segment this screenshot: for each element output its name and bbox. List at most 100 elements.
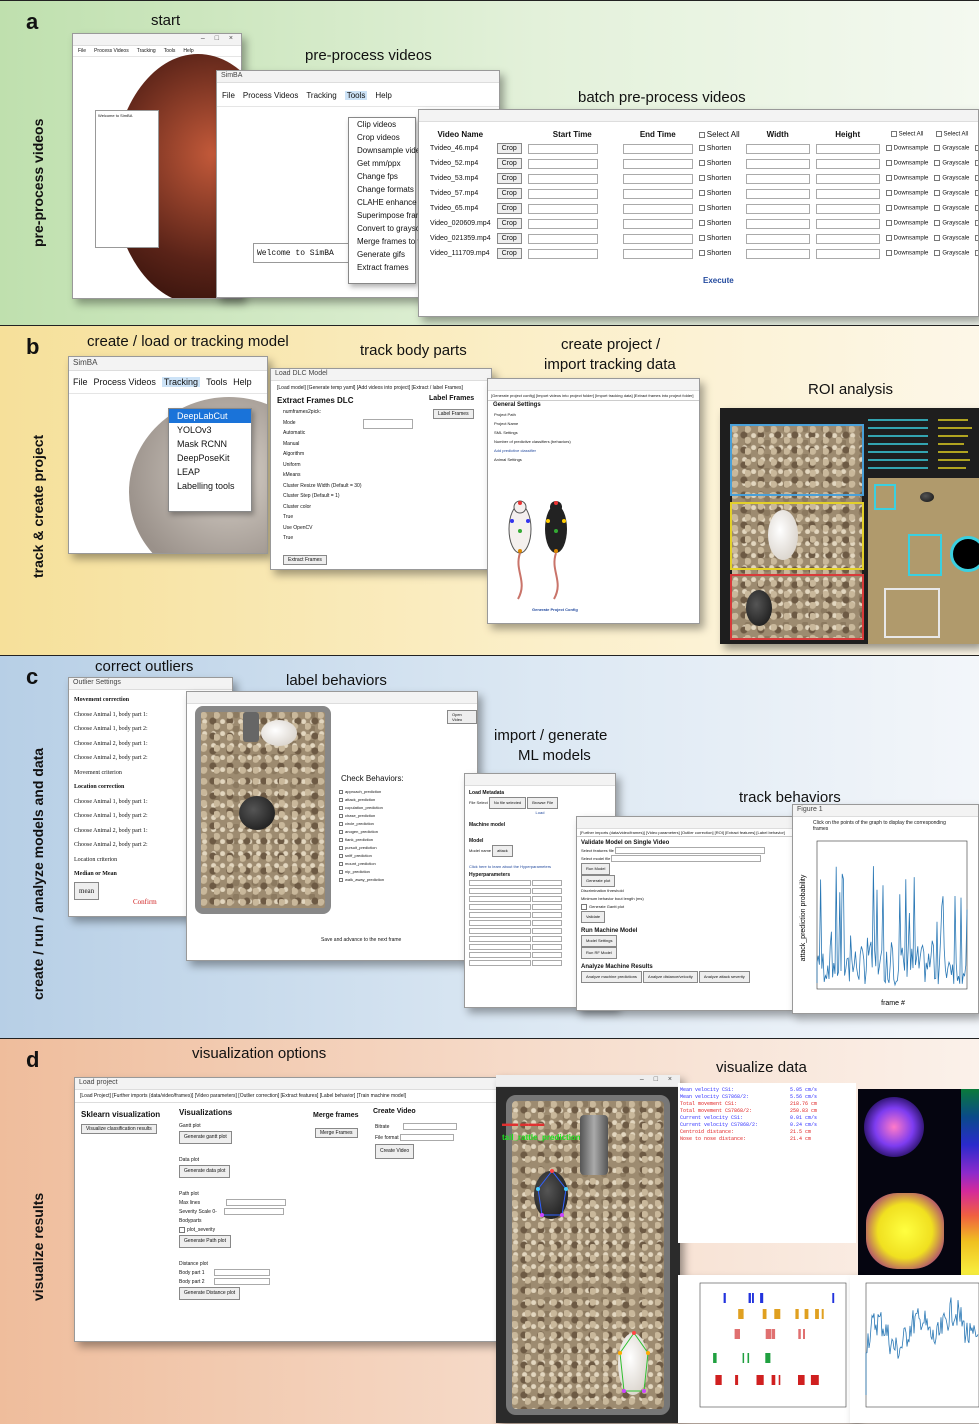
generate-project-config-button[interactable]: Generate Project Config [532,607,578,612]
menu-file[interactable]: File [222,91,235,100]
label-frames-button[interactable]: Label Frames [433,409,474,419]
shorten-checkbox[interactable]: Shorten [707,250,732,257]
menu-item-deeplabcut[interactable]: DeepLabCut [169,409,251,423]
width-input[interactable] [745,188,810,199]
width-input[interactable] [745,248,810,259]
end-time-input[interactable] [622,248,693,259]
height-input[interactable] [815,233,880,244]
end-time-input[interactable] [622,158,693,169]
height-input[interactable] [815,203,880,214]
end-time-input[interactable] [622,203,693,214]
menu-item[interactable]: Extract frames [349,261,415,274]
downsample-checkbox[interactable]: Downsample [894,206,929,212]
width-input[interactable] [745,233,810,244]
crop-button[interactable]: Crop [496,158,522,169]
menu-item[interactable]: Labelling tools [169,479,251,493]
end-time-input[interactable] [622,233,693,244]
shorten-checkbox[interactable]: Shorten [707,160,732,167]
menu-process[interactable]: Process Videos [243,91,298,100]
downsample-checkbox[interactable]: Downsample [894,251,929,257]
crop-button[interactable]: Crop [496,248,522,259]
menu-item[interactable]: Crop videos [349,131,415,144]
grayscale-checkbox[interactable]: Grayscale [942,191,969,197]
generate-plot-button[interactable]: Generate plot [581,875,616,887]
max-lines-input[interactable] [225,1199,286,1207]
menu-process[interactable]: Process Videos [94,48,129,54]
crop-button[interactable]: Crop [496,203,522,214]
end-time-input[interactable] [622,218,693,229]
severity-input[interactable] [224,1208,285,1216]
behavior-checkbox[interactable]: attack_prediction [339,796,384,804]
shorten-checkbox[interactable]: Shorten [707,145,732,152]
model-name-field[interactable]: attack [492,845,513,857]
width-input[interactable] [745,143,810,154]
visualize-classification-button[interactable]: Visualize classification results [81,1124,157,1134]
start-time-input[interactable] [527,233,598,244]
menu-item[interactable]: CLAHE enhance vi [349,196,425,209]
shorten-checkbox[interactable]: Shorten [707,220,732,227]
end-time-input[interactable] [622,143,693,154]
menu-item[interactable]: Mask RCNN [169,437,251,451]
create-video-button[interactable]: Create Video [375,1144,415,1159]
extract-frames-button[interactable]: Extract Frames [283,555,327,565]
file-select-field[interactable]: No file selected [488,797,527,809]
behavior-checkbox[interactable]: nip_prediction [339,868,384,876]
numframes-input[interactable] [363,419,413,429]
add-classifier-button[interactable]: Add predictive classifier [494,446,693,455]
menu-tracking[interactable]: Tracking [161,377,201,387]
shorten-checkbox[interactable]: Shorten [707,205,732,212]
menu-item[interactable]: Generate gifs [349,248,415,261]
menu-tools[interactable]: Tools [164,48,176,54]
menu-item[interactable]: Get mm/ppx [349,157,415,170]
height-input[interactable] [815,248,880,259]
generate-data-plot-button[interactable]: Generate data plot [179,1165,231,1178]
menu-item[interactable]: Superimpose frame [349,209,427,222]
height-input[interactable] [815,143,880,154]
model-settings-button[interactable]: Model Settings [581,935,618,947]
start-time-input[interactable] [527,173,598,184]
crop-button[interactable]: Crop [496,188,522,199]
validate-tabs[interactable]: [Further imports (data/video/frames)] [V… [577,829,793,837]
project-tabs[interactable]: [Load Project] [Further imports (data/vi… [75,1090,503,1103]
downsample-checkbox[interactable]: Downsample [894,146,929,152]
crop-button[interactable]: Crop [496,173,522,184]
project-tabs[interactable]: [Generate project config] [Import videos… [488,391,699,401]
grayscale-checkbox[interactable]: Grayscale [942,236,969,242]
behavior-checkbox[interactable]: approach_prediction [339,788,384,796]
behavior-checkbox[interactable]: copulation_prediction [339,804,384,812]
menu-item[interactable]: LEAP [169,465,251,479]
behavior-checkbox[interactable]: flank_prediction [339,836,384,844]
height-input[interactable] [815,173,880,184]
menu-file[interactable]: File [73,377,88,387]
start-time-input[interactable] [527,203,598,214]
behavior-checkbox[interactable]: walk_away_prediction [339,876,384,884]
width-input[interactable] [745,203,810,214]
menu-item[interactable]: Downsample video [349,144,425,157]
menu-item[interactable]: Change formats [349,183,415,196]
menu-help[interactable]: Help [183,48,193,54]
confirm-button[interactable]: Confirm [133,898,157,906]
grayscale-checkbox[interactable]: Grayscale [942,221,969,227]
analyze-severity-button[interactable]: Analyze attack severity [698,971,750,983]
dlc-tabs[interactable]: [Load model] [Generate temp yaml] [Add v… [271,381,491,395]
menu-file[interactable]: File [78,48,86,54]
grayscale-checkbox[interactable]: Grayscale [942,176,969,182]
generate-path-button[interactable]: Generate Path plot [179,1235,231,1248]
select-all[interactable]: Select All [707,130,740,139]
grayscale-checkbox[interactable]: Grayscale [942,206,969,212]
menu-help[interactable]: Help [233,377,252,387]
width-input[interactable] [745,158,810,169]
select-all[interactable]: Select All [899,132,924,138]
generate-gantt-button[interactable]: Generate gantt plot [179,1131,232,1144]
select-all[interactable]: Select All [944,132,969,138]
behavior-checkbox[interactable]: pursuit_prediction [339,844,384,852]
plot-severity-checkbox[interactable]: plot_severity [187,1227,215,1233]
body-part-2-input[interactable] [213,1278,270,1286]
height-input[interactable] [815,218,880,229]
menu-tools[interactable]: Tools [206,377,227,387]
merge-frames-button[interactable]: Merge Frames [315,1128,358,1138]
behavior-checkbox[interactable]: circle_prediction [339,820,384,828]
start-time-input[interactable] [527,248,598,259]
behavior-checkbox[interactable]: sniff_prediction [339,852,384,860]
save-advance-button[interactable]: Save and advance to the next frame [321,937,401,943]
